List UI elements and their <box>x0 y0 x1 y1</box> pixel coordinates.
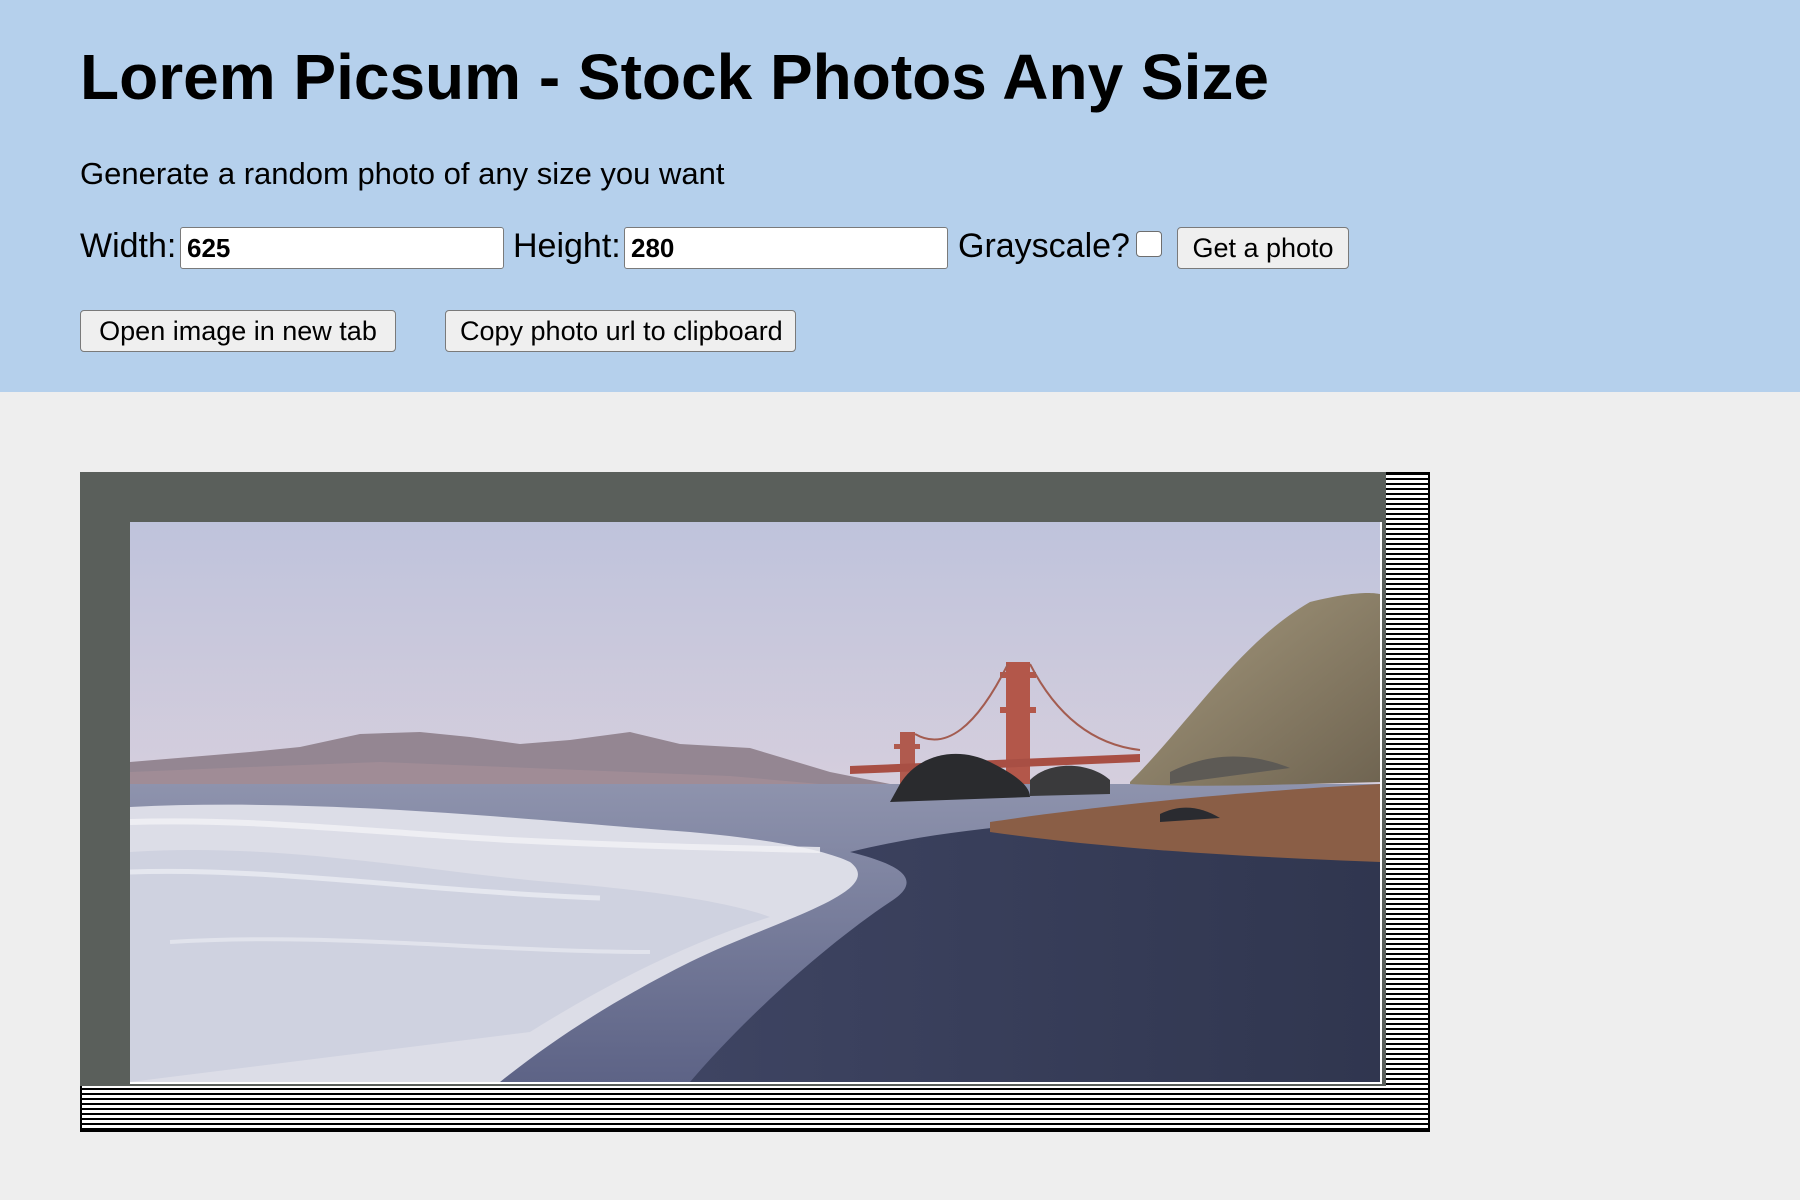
height-input[interactable] <box>624 227 948 269</box>
random-photo <box>130 522 1382 1084</box>
grayscale-label: Grayscale? <box>958 227 1130 265</box>
get-photo-button[interactable]: Get a photo <box>1177 227 1349 269</box>
open-new-tab-button[interactable]: Open image in new tab <box>80 310 396 352</box>
grayscale-checkbox[interactable] <box>1136 231 1162 257</box>
header-panel: Lorem Picsum - Stock Photos Any Size Gen… <box>0 0 1800 392</box>
width-label: Width: <box>80 227 177 265</box>
page-title: Lorem Picsum - Stock Photos Any Size <box>80 41 1269 113</box>
copy-url-button[interactable]: Copy photo url to clipboard <box>445 310 796 352</box>
height-label: Height: <box>513 227 621 265</box>
width-input[interactable] <box>180 227 504 269</box>
page-subtitle: Generate a random photo of any size you … <box>80 156 725 191</box>
